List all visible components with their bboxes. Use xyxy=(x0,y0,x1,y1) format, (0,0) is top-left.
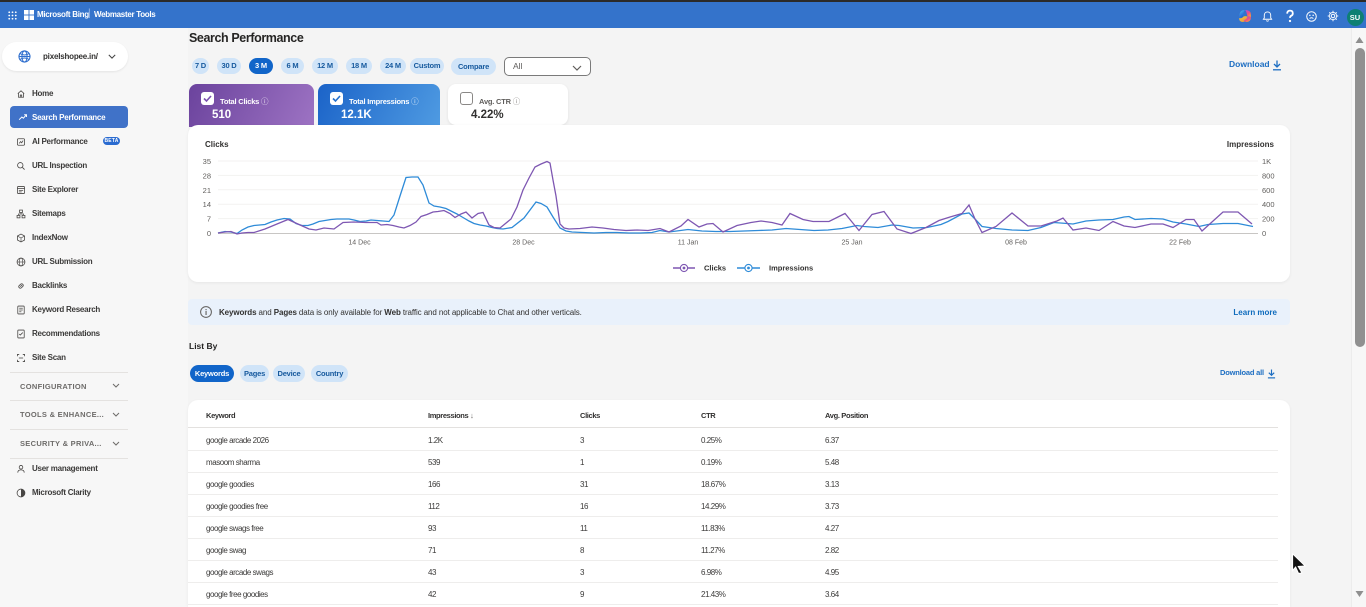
svg-text:Impressions: Impressions xyxy=(769,264,813,273)
svg-text:200: 200 xyxy=(1262,215,1275,224)
svg-text:21: 21 xyxy=(203,186,211,195)
svg-text:1K: 1K xyxy=(1262,157,1271,166)
svg-text:400: 400 xyxy=(1262,200,1275,209)
svg-text:28 Dec: 28 Dec xyxy=(512,240,535,247)
svg-text:7: 7 xyxy=(207,215,211,224)
svg-text:600: 600 xyxy=(1262,186,1275,195)
svg-text:14 Dec: 14 Dec xyxy=(348,240,371,247)
svg-text:800: 800 xyxy=(1262,171,1275,180)
svg-text:14: 14 xyxy=(203,200,211,209)
svg-text:28: 28 xyxy=(203,171,211,180)
svg-text:25 Jan: 25 Jan xyxy=(841,240,862,247)
svg-text:Clicks: Clicks xyxy=(704,264,726,273)
svg-text:0: 0 xyxy=(207,229,211,238)
svg-text:11 Jan: 11 Jan xyxy=(678,240,699,247)
svg-text:22 Feb: 22 Feb xyxy=(1169,240,1191,247)
svg-text:0: 0 xyxy=(1262,229,1266,238)
svg-text:35: 35 xyxy=(203,157,211,166)
svg-text:08 Feb: 08 Feb xyxy=(1005,240,1027,247)
